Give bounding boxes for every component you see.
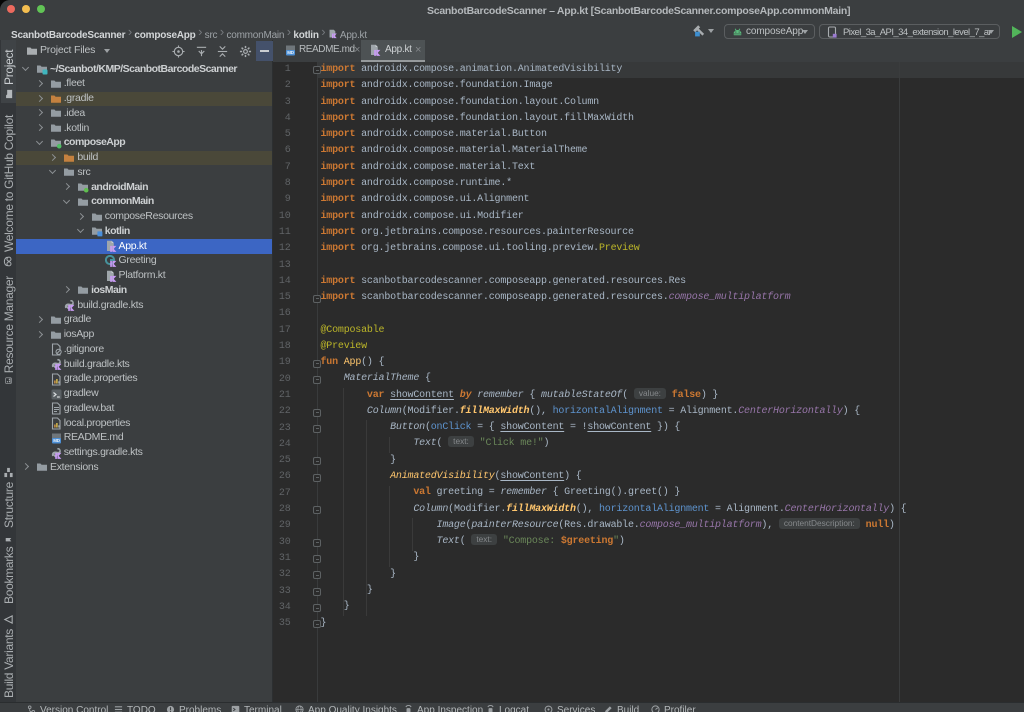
svg-text:MD: MD (53, 438, 60, 443)
svg-text:MD: MD (287, 50, 294, 55)
